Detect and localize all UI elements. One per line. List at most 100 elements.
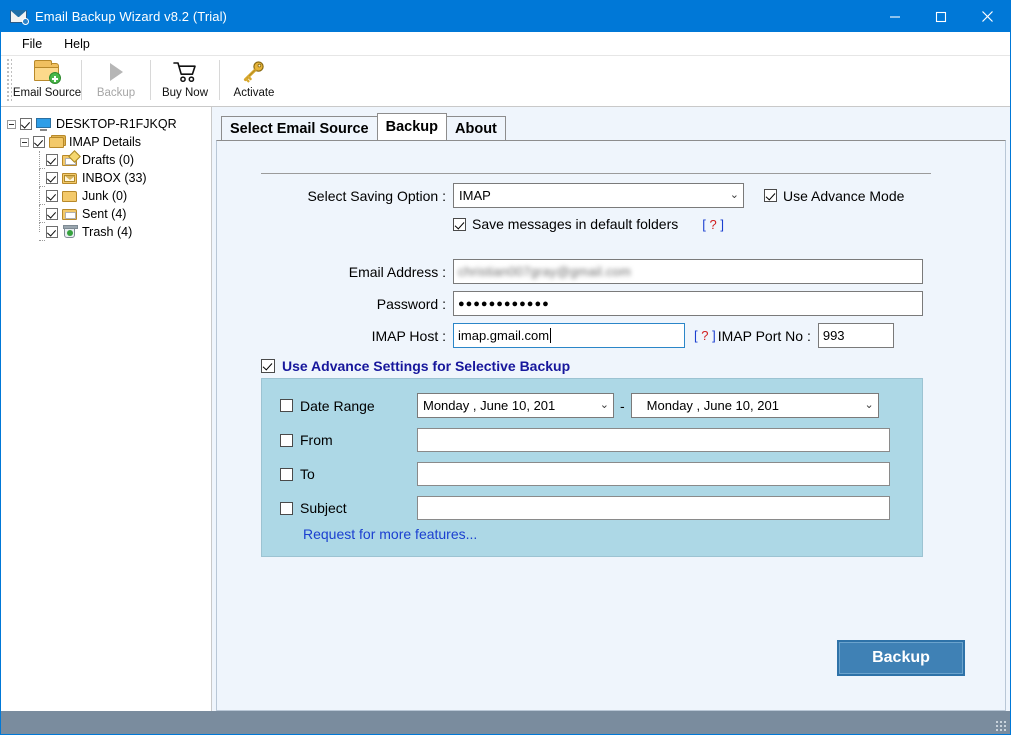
tree-checkbox[interactable] bbox=[46, 190, 58, 202]
tree-node-drafts[interactable]: Drafts (0) bbox=[7, 150, 211, 169]
date-from-picker[interactable]: Monday , June 10, 201 ⌄ bbox=[417, 393, 614, 418]
status-bar bbox=[1, 711, 1010, 734]
toolbar-email-source-label: Email Source bbox=[12, 87, 82, 99]
tree-node-label: Trash (4) bbox=[82, 225, 133, 239]
chevron-down-icon: ⌄ bbox=[729, 189, 739, 201]
toolbar-grip[interactable] bbox=[5, 59, 12, 103]
toolbar-email-source-button[interactable]: Email Source bbox=[12, 56, 82, 104]
date-range-row: Date Range Monday , June 10, 201 ⌄ - Mon… bbox=[280, 393, 922, 418]
date-range-checkbox[interactable] bbox=[280, 399, 293, 412]
to-checkbox[interactable] bbox=[280, 467, 293, 481]
tree-node-trash[interactable]: Trash (4) bbox=[7, 223, 211, 241]
tree-checkbox[interactable] bbox=[46, 208, 58, 220]
resize-gripper[interactable] bbox=[995, 720, 1007, 732]
from-row: From bbox=[280, 428, 922, 452]
date-to-picker[interactable]: Monday , June 10, 201 ⌄ bbox=[630, 393, 879, 418]
subject-label: Subject bbox=[300, 500, 347, 516]
backup-button[interactable]: Backup bbox=[837, 640, 965, 676]
tree-node-sent[interactable]: Sent (4) bbox=[7, 205, 211, 223]
toolbar: Email Source Backup Buy Now Activate bbox=[1, 56, 1010, 107]
email-source-tree: DESKTOP-R1FJKQR IMAP Details Drafts (0) bbox=[1, 107, 212, 711]
expand-collapse-icon[interactable] bbox=[20, 137, 29, 147]
key-icon bbox=[240, 59, 268, 85]
help-bracket-close: ] bbox=[712, 328, 716, 343]
request-more-features-link[interactable]: Request for more features... bbox=[303, 526, 922, 542]
use-advance-settings-checkbox[interactable]: Use Advance Settings for Selective Backu… bbox=[261, 358, 931, 374]
right-pane: Select Email Source Backup About Select … bbox=[212, 107, 1010, 711]
tree-node-label: IMAP Details bbox=[69, 135, 142, 149]
date-range-separator: - bbox=[620, 397, 625, 414]
junk-folder-icon bbox=[61, 189, 78, 203]
backup-tab-panel: Select Saving Option : IMAP ⌄ Use Advanc… bbox=[216, 140, 1006, 711]
saving-option-select[interactable]: IMAP ⌄ bbox=[453, 183, 744, 208]
toolbar-buy-now-label: Buy Now bbox=[161, 87, 209, 99]
expand-collapse-icon[interactable] bbox=[7, 119, 16, 129]
minimize-button[interactable] bbox=[872, 1, 918, 32]
help-bracket-close: ] bbox=[720, 216, 724, 232]
use-advance-settings-label: Use Advance Settings for Selective Backu… bbox=[282, 358, 571, 374]
password-label: Password : bbox=[376, 295, 446, 312]
to-input[interactable] bbox=[417, 462, 890, 486]
tree-node-inbox[interactable]: INBOX (33) bbox=[7, 169, 211, 187]
tree-checkbox[interactable] bbox=[33, 136, 45, 148]
use-advance-mode-box[interactable] bbox=[764, 189, 777, 202]
group-divider bbox=[261, 173, 931, 174]
save-default-folders-box[interactable] bbox=[453, 217, 466, 231]
subject-row: Subject bbox=[280, 496, 922, 520]
use-advance-mode-checkbox[interactable]: Use Advance Mode bbox=[764, 188, 904, 204]
imap-host-help-link[interactable]: [ ? ] bbox=[694, 328, 716, 343]
imap-port-input[interactable]: 993 bbox=[817, 323, 894, 348]
password-input[interactable]: ●●●●●●●●●●●● bbox=[453, 291, 923, 316]
help-question-mark: ? bbox=[701, 328, 709, 343]
menu-help[interactable]: Help bbox=[53, 34, 101, 54]
toolbar-buy-now-button[interactable]: Buy Now bbox=[153, 56, 217, 104]
imap-host-input[interactable]: imap.gmail.com bbox=[453, 323, 685, 348]
save-default-folders-help-link[interactable]: [ ? ] bbox=[702, 217, 724, 232]
from-checkbox[interactable] bbox=[280, 433, 293, 447]
from-label: From bbox=[300, 432, 333, 448]
toolbar-activate-button[interactable]: Activate bbox=[222, 56, 286, 104]
tree-node-junk[interactable]: Junk (0) bbox=[7, 187, 211, 205]
save-default-folders-checkbox[interactable]: Save messages in default folders bbox=[453, 216, 678, 232]
tab-select-email-source[interactable]: Select Email Source bbox=[221, 116, 378, 140]
use-advance-settings-box[interactable] bbox=[261, 359, 275, 373]
from-input[interactable] bbox=[417, 428, 890, 452]
shopping-cart-icon bbox=[171, 59, 199, 85]
tab-about[interactable]: About bbox=[446, 116, 506, 140]
date-to-value: Monday , June 10, 201 bbox=[646, 398, 779, 413]
tree-checkbox[interactable] bbox=[46, 172, 58, 184]
trash-folder-icon bbox=[61, 225, 78, 239]
help-bracket-open: [ bbox=[702, 216, 706, 232]
maximize-button[interactable] bbox=[918, 1, 964, 32]
main-body: DESKTOP-R1FJKQR IMAP Details Drafts (0) bbox=[1, 107, 1010, 711]
tree-checkbox[interactable] bbox=[46, 226, 58, 238]
window-controls bbox=[872, 1, 1010, 32]
tree-checkbox[interactable] bbox=[46, 154, 58, 166]
email-address-value: christian007gray@gmail.com bbox=[458, 264, 632, 279]
save-default-folders-label: Save messages in default folders bbox=[472, 216, 679, 232]
toolbar-backup-button[interactable]: Backup bbox=[84, 56, 148, 104]
imap-port-value: 993 bbox=[822, 328, 845, 343]
tab-backup[interactable]: Backup bbox=[376, 113, 448, 140]
toolbar-activate-label: Activate bbox=[233, 87, 275, 99]
tree-node-imap-details[interactable]: IMAP Details bbox=[7, 133, 211, 151]
subject-input[interactable] bbox=[417, 496, 890, 520]
tree-checkbox[interactable] bbox=[20, 118, 32, 130]
title-bar: Email Backup Wizard v8.2 (Trial) bbox=[1, 1, 1010, 32]
email-address-label: Email Address : bbox=[348, 263, 446, 280]
email-address-input[interactable]: christian007gray@gmail.com bbox=[453, 259, 923, 284]
tab-strip: Select Email Source Backup About bbox=[216, 113, 1006, 140]
tree-node-label: DESKTOP-R1FJKQR bbox=[56, 117, 177, 131]
tree-node-label: Sent (4) bbox=[82, 207, 127, 221]
subject-checkbox[interactable] bbox=[280, 501, 293, 515]
close-button[interactable] bbox=[964, 1, 1010, 32]
tree-node-desktop[interactable]: DESKTOP-R1FJKQR bbox=[7, 115, 211, 133]
date-from-value: Monday , June 10, 201 bbox=[423, 398, 556, 413]
play-icon bbox=[102, 59, 130, 85]
tree-node-label: Junk (0) bbox=[82, 189, 128, 203]
saving-option-value: IMAP bbox=[459, 188, 491, 203]
folder-add-icon bbox=[33, 59, 61, 85]
window-title: Email Backup Wizard v8.2 (Trial) bbox=[35, 9, 227, 24]
menu-file[interactable]: File bbox=[11, 34, 53, 54]
inbox-folder-icon bbox=[61, 171, 78, 185]
